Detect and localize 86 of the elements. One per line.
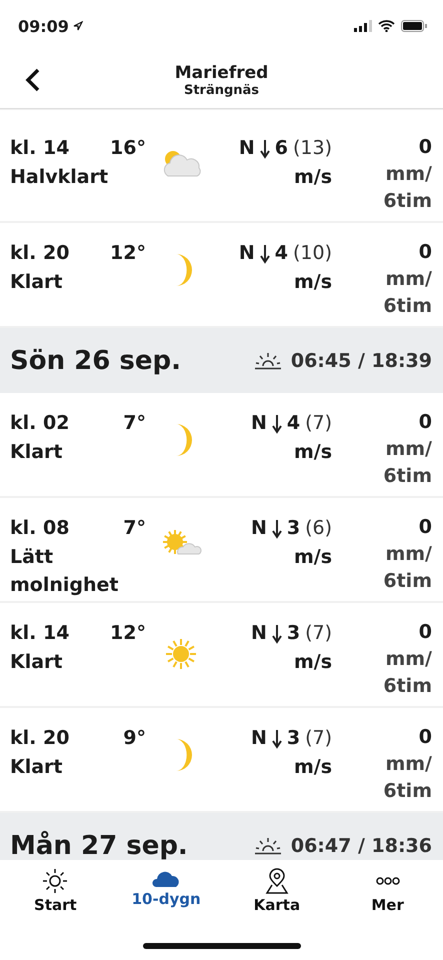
wind-direction-text: N bbox=[250, 621, 267, 646]
sunrise-icon bbox=[254, 352, 281, 370]
gust-text: (6) bbox=[305, 516, 332, 541]
sunrise-icon bbox=[254, 836, 281, 854]
precipitation-text: 0 bbox=[418, 515, 432, 540]
temperature-text: 7° bbox=[123, 516, 146, 541]
tab-item[interactable]: Start bbox=[0, 868, 111, 914]
wind-speed-text: 4 bbox=[286, 411, 300, 436]
tab-item[interactable]: Karta bbox=[222, 868, 332, 914]
precipitation-unit-text: mm/ bbox=[385, 647, 432, 672]
precipitation-unit-text: 6tim bbox=[383, 779, 432, 804]
temperature-text: 16° bbox=[110, 136, 146, 161]
battery-icon bbox=[401, 20, 427, 32]
hour-text: kl. 20 bbox=[10, 726, 70, 751]
place-title: Mariefred bbox=[174, 62, 268, 82]
clock-text: 09:09 bbox=[18, 16, 69, 36]
hour-text: kl. 14 bbox=[10, 136, 70, 161]
gust-text: (7) bbox=[305, 411, 332, 436]
wind-unit-text: m/s bbox=[294, 650, 332, 675]
temperature-text: 9° bbox=[123, 726, 146, 751]
wind-arrow-icon bbox=[272, 624, 282, 644]
precipitation-text: 0 bbox=[418, 620, 432, 645]
precipitation-text: 0 bbox=[418, 410, 432, 435]
condition-text: Halvklart bbox=[10, 165, 110, 190]
wind-speed-text: 6 bbox=[274, 136, 288, 161]
wind-unit-text: m/s bbox=[294, 440, 332, 465]
condition-text: Klart bbox=[10, 650, 64, 675]
wind-unit-text: m/s bbox=[294, 165, 332, 190]
day-title: Mån 27 sep. bbox=[10, 830, 188, 860]
temperature-text: 12° bbox=[110, 241, 146, 266]
precipitation-unit-text: mm/ bbox=[385, 542, 432, 567]
wind-speed-text: 3 bbox=[286, 621, 300, 646]
hour-text: kl. 08 bbox=[10, 516, 70, 541]
condition-text: Klart bbox=[10, 270, 64, 295]
sun-times-text: 06:47 / 18:36 bbox=[290, 834, 432, 856]
precipitation-unit-text: 6tim bbox=[383, 674, 432, 699]
precipitation-unit-text: 6tim bbox=[383, 464, 432, 489]
gust-text: (13) bbox=[292, 136, 332, 161]
precipitation-unit-text: mm/ bbox=[385, 162, 432, 187]
sun-icon bbox=[166, 639, 196, 669]
precipitation-text: 0 bbox=[418, 240, 432, 265]
sun-icon bbox=[42, 868, 68, 894]
temperature-text: 12° bbox=[110, 621, 146, 646]
precipitation-unit-text: mm/ bbox=[385, 267, 432, 292]
wind-direction-text: N bbox=[250, 411, 267, 436]
condition-text: Lätt molnighet bbox=[10, 545, 120, 598]
day-title: Sön 26 sep. bbox=[10, 346, 181, 376]
gust-text: (10) bbox=[292, 241, 332, 266]
precipitation-unit-text: mm/ bbox=[385, 437, 432, 462]
wind-direction-text: N bbox=[250, 726, 267, 751]
wind-direction-text: N bbox=[238, 136, 255, 161]
map-pin-icon bbox=[264, 868, 289, 894]
wind-arrow-icon bbox=[272, 728, 282, 748]
precipitation-unit-text: 6tim bbox=[383, 569, 432, 594]
wind-arrow-icon bbox=[260, 244, 270, 264]
gust-text: (7) bbox=[305, 621, 332, 646]
hour-text: kl. 02 bbox=[10, 411, 70, 436]
wind-speed-text: 4 bbox=[274, 241, 288, 266]
precipitation-text: 0 bbox=[418, 725, 432, 750]
hour-text: kl. 20 bbox=[10, 241, 70, 266]
temperature-text: 7° bbox=[123, 411, 146, 436]
place-subtitle: Strängnäs bbox=[184, 82, 260, 98]
sun-times-text: 06:45 / 18:39 bbox=[290, 350, 432, 372]
precipitation-unit-text: mm/ bbox=[385, 752, 432, 777]
wind-unit-text: m/s bbox=[294, 270, 332, 295]
condition-text: Klart bbox=[10, 440, 64, 465]
precipitation-text: 0 bbox=[418, 135, 432, 160]
wind-unit-text: m/s bbox=[294, 545, 332, 570]
wind-speed-text: 3 bbox=[286, 726, 300, 751]
hour-text: kl. 14 bbox=[10, 621, 70, 646]
signal-icon bbox=[354, 20, 372, 32]
gust-text: (7) bbox=[305, 726, 332, 751]
wind-arrow-icon bbox=[260, 138, 270, 158]
tab-item[interactable]: Mer bbox=[332, 868, 443, 914]
precipitation-unit-text: 6tim bbox=[383, 294, 432, 319]
tab-item[interactable]: 10-dygn bbox=[110, 868, 222, 908]
wind-arrow-icon bbox=[272, 414, 282, 434]
wind-direction-text: N bbox=[238, 241, 255, 266]
precipitation-unit-text: 6tim bbox=[383, 189, 432, 214]
location-arrow-icon bbox=[72, 21, 83, 31]
wind-direction-text: N bbox=[250, 516, 267, 541]
wind-unit-text: m/s bbox=[294, 755, 332, 780]
wifi-icon bbox=[378, 20, 395, 32]
condition-text: Klart bbox=[10, 755, 64, 780]
wind-speed-text: 3 bbox=[286, 516, 300, 541]
wind-arrow-icon bbox=[272, 518, 282, 538]
